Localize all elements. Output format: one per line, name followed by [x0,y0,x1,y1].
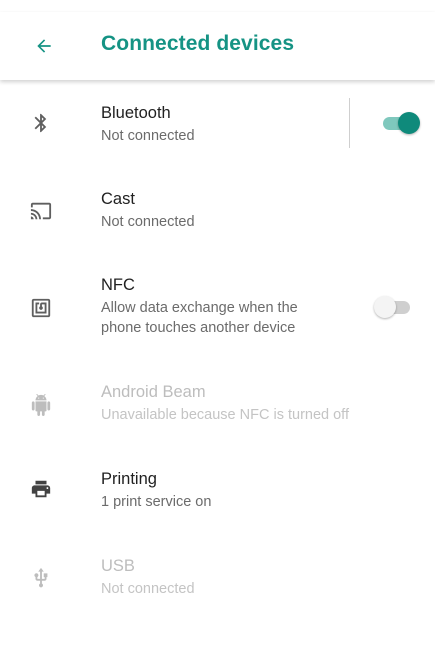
bluetooth-icon [28,110,54,136]
app-bar: Connected devices [0,12,435,80]
android-icon [28,392,54,418]
arrow-back-icon [37,39,51,53]
setting-android-beam[interactable]: Android Beam Unavailable because NFC is … [0,378,435,434]
usb-subtitle: Not connected [101,581,195,597]
setting-cast[interactable]: Cast Not connected [0,185,435,241]
setting-usb[interactable]: USB Not connected [0,552,435,608]
toggle-thumb [398,112,420,134]
nfc-toggle[interactable] [374,295,414,319]
cast-icon [28,198,54,224]
status-bar [0,0,435,12]
cast-title: Cast [101,190,135,208]
bluetooth-toggle[interactable] [381,111,421,135]
divider [349,98,350,148]
usb-icon [28,565,54,591]
android-beam-subtitle: Unavailable because NFC is turned off [101,407,349,423]
nfc-subtitle-line-2: phone touches another device [101,320,296,336]
nfc-subtitle-line-1: Allow data exchange when the [101,300,298,316]
usb-title: USB [101,557,135,575]
nfc-icon [28,295,54,321]
nfc-title: NFC [101,276,135,294]
setting-printing[interactable]: Printing 1 print service on [0,465,435,521]
printing-title: Printing [101,470,157,488]
toggle-thumb [374,296,396,318]
android-beam-title: Android Beam [101,383,206,401]
bluetooth-subtitle: Not connected [101,128,195,144]
cast-subtitle: Not connected [101,214,195,230]
setting-nfc[interactable]: NFC Allow data exchange when the phone t… [0,271,435,343]
back-button[interactable] [26,30,62,62]
bluetooth-title: Bluetooth [101,104,171,122]
setting-bluetooth[interactable]: Bluetooth Not connected [0,98,435,154]
printer-icon [28,476,54,502]
page-title: Connected devices [101,32,295,55]
printing-subtitle: 1 print service on [101,494,212,510]
